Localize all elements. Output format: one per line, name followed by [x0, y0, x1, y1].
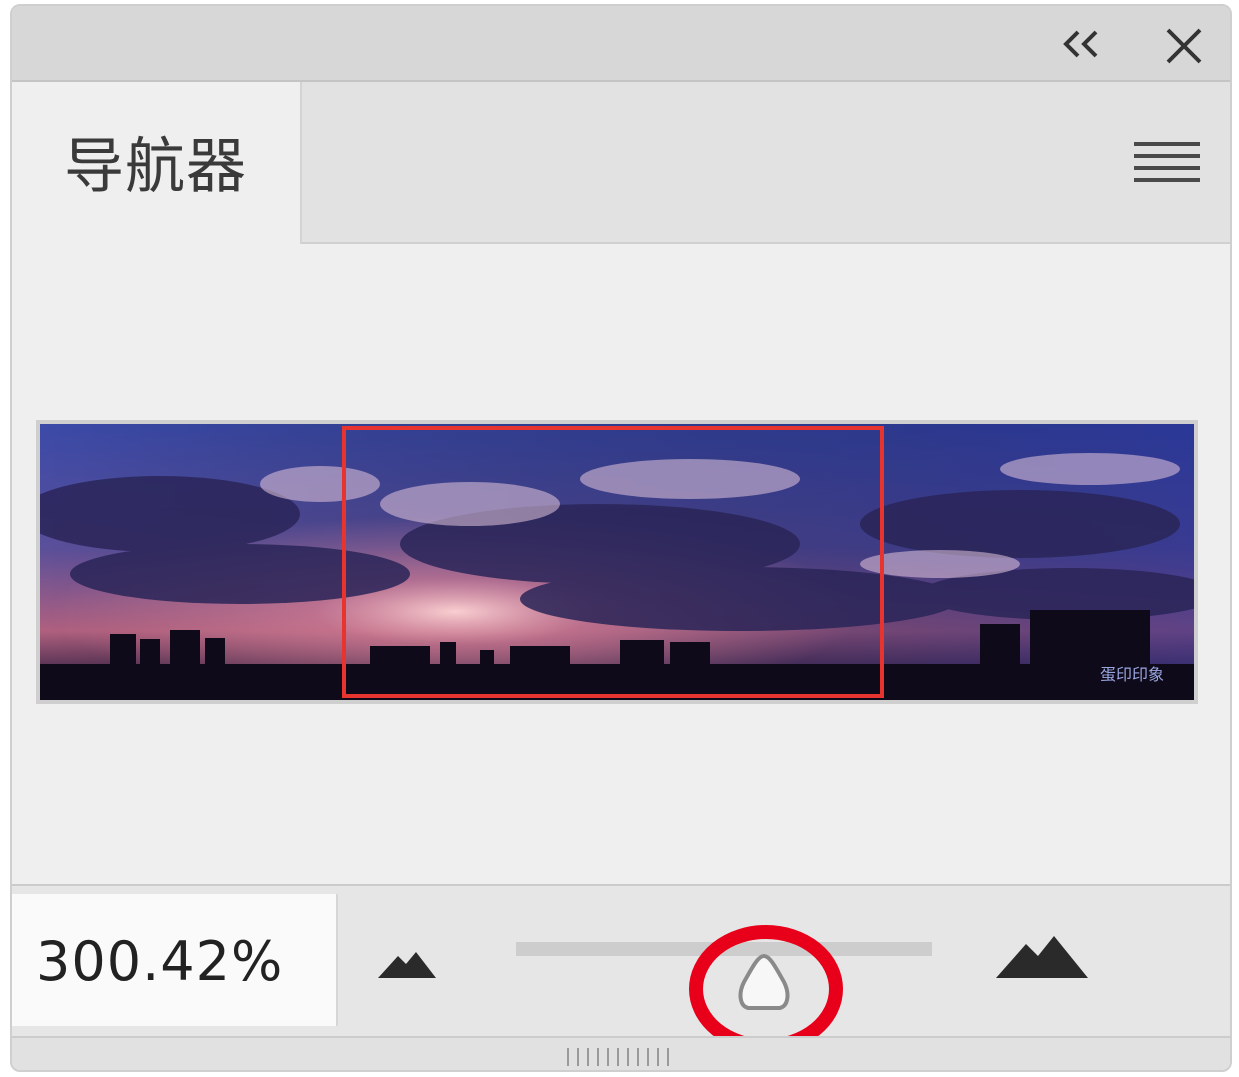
zoom-percentage-value: 300.42% — [36, 930, 284, 993]
small-mountain-icon — [378, 952, 436, 978]
panel-titlebar — [12, 6, 1230, 82]
zoom-slider-track[interactable] — [516, 942, 932, 956]
hamburger-menu-icon — [1134, 142, 1200, 182]
navigator-thumbnail[interactable]: 蛋印印象 — [40, 424, 1194, 700]
panel-menu-button[interactable] — [1132, 134, 1202, 194]
resize-grip-icon — [567, 1048, 669, 1066]
navigator-panel: 导航器 蛋印印象 300.42% — [10, 4, 1232, 1072]
zoom-in-button[interactable] — [994, 930, 1090, 984]
large-mountain-icon — [996, 936, 1088, 978]
zoom-slider-handle[interactable] — [728, 948, 800, 1022]
navigator-thumbnail-frame: 蛋印印象 — [36, 420, 1198, 704]
slider-handle-icon — [738, 953, 790, 1010]
collapse-panel-button[interactable] — [1058, 24, 1108, 64]
panel-tabbar: 导航器 — [12, 82, 1230, 244]
tab-navigator[interactable]: 导航器 — [12, 82, 302, 244]
close-panel-button[interactable] — [1162, 24, 1206, 68]
tab-navigator-label: 导航器 — [64, 132, 247, 202]
zoom-controls-bar: 300.42% — [12, 884, 1230, 1053]
panel-resize-bar[interactable] — [12, 1036, 1230, 1070]
thumbnail-watermark: 蛋印印象 — [1100, 665, 1164, 684]
double-chevron-left-icon — [1063, 30, 1098, 58]
zoom-out-button[interactable] — [376, 948, 438, 984]
zoom-percentage-field[interactable]: 300.42% — [12, 894, 338, 1026]
close-icon — [1166, 28, 1202, 64]
